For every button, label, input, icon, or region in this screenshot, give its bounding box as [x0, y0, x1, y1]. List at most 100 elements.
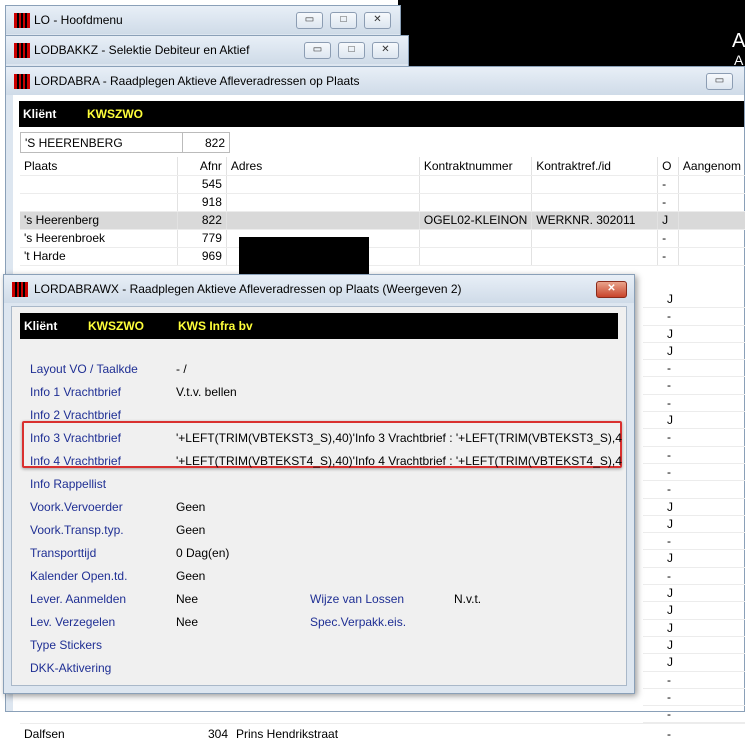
- maximize-button[interactable]: □: [330, 12, 357, 29]
- cell-o: -: [657, 193, 679, 212]
- table-row-selected[interactable]: 's Heerenberg 822 OGEL02-KLEINON WERKNR.…: [20, 211, 745, 230]
- info1-label: Info 1 Vrachtbrief: [30, 385, 121, 399]
- layout-value: - /: [176, 362, 187, 376]
- klient-code: KWSZWO: [88, 319, 144, 333]
- minimize-button[interactable]: ▭: [296, 12, 323, 29]
- cell-kontrakt: [419, 193, 533, 212]
- o-cell: J: [643, 516, 745, 534]
- app-icon: [14, 74, 30, 89]
- o-cell: J: [643, 499, 745, 516]
- lever-label: Lever. Aanmelden: [30, 592, 127, 606]
- window-title: LORDABRA - Raadplegen Aktieve Afleveradr…: [34, 74, 360, 88]
- column-header[interactable]: Kontraktnummer: [419, 157, 533, 176]
- o-cell: -: [643, 706, 745, 724]
- vervoerder-label: Voork.Vervoerder: [30, 500, 123, 514]
- cell-aangenom: [678, 175, 745, 194]
- klient-label: Kliënt: [24, 319, 58, 333]
- o-cell: -: [643, 377, 745, 395]
- o-column-continuation: J-JJ---J----JJ-J-JJJJJ---: [643, 291, 745, 724]
- o-cell: -: [643, 672, 745, 689]
- cell-kontrakt: [419, 175, 533, 194]
- cell-o: -: [657, 229, 679, 248]
- cell-plaats: 't Harde: [20, 247, 179, 266]
- cell-o: -: [657, 175, 679, 194]
- table-header: Plaats Afnr Adres Kontraktnummer Kontrak…: [20, 157, 745, 176]
- table-row[interactable]: 's Heerenbroek 779 -: [20, 229, 745, 248]
- cell-kontrakt: [419, 229, 533, 248]
- verpakk-label: Spec.Verpakk.eis.: [310, 615, 407, 629]
- cell-afnr: 822: [177, 211, 227, 230]
- info3-label: Info 3 Vrachtbrief: [30, 431, 121, 445]
- cell-afnr: 969: [177, 247, 227, 266]
- table-row[interactable]: Dalfsen 304 Prins Hendrikstraat -: [20, 723, 745, 741]
- info4-value: '+LEFT(TRIM(VBTEKST4_S),40)'Info 4 Vrach…: [176, 454, 622, 468]
- o-cell: -: [643, 395, 745, 413]
- info3-value: '+LEFT(TRIM(VBTEKST3_S),40)'Info 3 Vrach…: [176, 431, 622, 445]
- column-header[interactable]: Kontraktref./id: [531, 157, 659, 176]
- window-title: LORDABRAWX - Raadplegen Aktieve Aflevera…: [34, 282, 462, 296]
- verzegelen-value: Nee: [176, 615, 199, 629]
- close-button[interactable]: ✕: [364, 12, 391, 29]
- o-cell: J: [643, 412, 745, 430]
- o-cell: J: [643, 291, 745, 309]
- titlebar[interactable]: LORDABRAWX - Raadplegen Aktieve Aflevera…: [4, 275, 634, 303]
- transporttijd-label: Transporttijd: [30, 546, 97, 560]
- kalender-label: Kalender Open.td.: [30, 569, 128, 583]
- cell-o: -: [657, 247, 679, 266]
- minimize-button[interactable]: ▭: [706, 73, 733, 90]
- info4-label: Info 4 Vrachtbrief: [30, 454, 121, 468]
- column-header[interactable]: Plaats: [20, 157, 179, 176]
- cell-ref: [531, 193, 659, 212]
- cell-ref: [531, 175, 659, 194]
- titlebar[interactable]: LO - Hoofdmenu ▭ □ ✕: [6, 6, 400, 34]
- window-lordabrawx[interactable]: LORDABRAWX - Raadplegen Aktieve Aflevera…: [3, 274, 635, 694]
- lossen-label: Wijze van Lossen: [310, 592, 405, 606]
- app-icon: [12, 282, 28, 297]
- address-table[interactable]: Plaats Afnr Adres Kontraktnummer Kontrak…: [20, 157, 745, 266]
- o-cell: -: [643, 533, 745, 551]
- cell-afnr: 918: [177, 193, 227, 212]
- o-cell: J: [643, 637, 745, 655]
- window-title: LODBAKKZ - Selektie Debiteur en Aktief: [34, 43, 250, 57]
- titlebar[interactable]: LODBAKKZ - Selektie Debiteur en Aktief ▭…: [6, 36, 408, 64]
- cell-adres: [226, 193, 420, 212]
- cell-aangenom: [678, 193, 745, 212]
- column-header[interactable]: Adres: [226, 157, 420, 176]
- o-cell: J: [643, 654, 745, 672]
- cell-afnr: 304: [207, 727, 228, 741]
- table-row[interactable]: 918 -: [20, 193, 745, 212]
- vervoerder-value: Geen: [176, 500, 206, 514]
- transporttijd-value: 0 Dag(en): [176, 546, 230, 560]
- afnr-filter-input[interactable]: 822: [182, 132, 230, 153]
- cell-plaats: Dalfsen: [24, 727, 65, 741]
- transp-value: Geen: [176, 523, 206, 537]
- close-button[interactable]: ✕: [372, 42, 399, 59]
- cell-o: J: [657, 211, 679, 230]
- column-header[interactable]: Afnr: [177, 157, 227, 176]
- cell-plaats: 's Heerenberg: [20, 211, 179, 230]
- klient-bar: Kliënt KWSZWO: [19, 101, 744, 127]
- cell-kontrakt: [419, 247, 533, 266]
- o-cell: -: [643, 464, 745, 482]
- cell-aangenom: [678, 211, 745, 230]
- klient-code: KWSZWO: [87, 107, 143, 121]
- cell-afnr: 779: [177, 229, 227, 248]
- cell-plaats: 's Heerenbroek: [20, 229, 179, 248]
- table-row[interactable]: 't Harde 969 -: [20, 247, 745, 266]
- info2-label: Info 2 Vrachtbrief: [30, 408, 121, 422]
- cell-adres: [226, 175, 420, 194]
- column-header[interactable]: Aangenom: [678, 157, 745, 176]
- column-header[interactable]: O: [657, 157, 679, 176]
- info1-value: V.t.v. bellen: [176, 385, 237, 399]
- titlebar[interactable]: LORDABRA - Raadplegen Aktieve Afleveradr…: [6, 67, 744, 95]
- o-cell: J: [643, 550, 745, 568]
- app-icon: [14, 43, 30, 58]
- window-title: LO - Hoofdmenu: [34, 13, 123, 27]
- cell-adres: Prins Hendrikstraat: [236, 727, 339, 741]
- close-button[interactable]: ✕: [596, 281, 627, 298]
- table-row[interactable]: 545 -: [20, 175, 745, 194]
- maximize-button[interactable]: □: [338, 42, 365, 59]
- minimize-button[interactable]: ▭: [304, 42, 331, 59]
- plaats-filter-input[interactable]: 'S HEERENBERG: [20, 132, 183, 153]
- transp-label: Voork.Transp.typ.: [30, 523, 124, 537]
